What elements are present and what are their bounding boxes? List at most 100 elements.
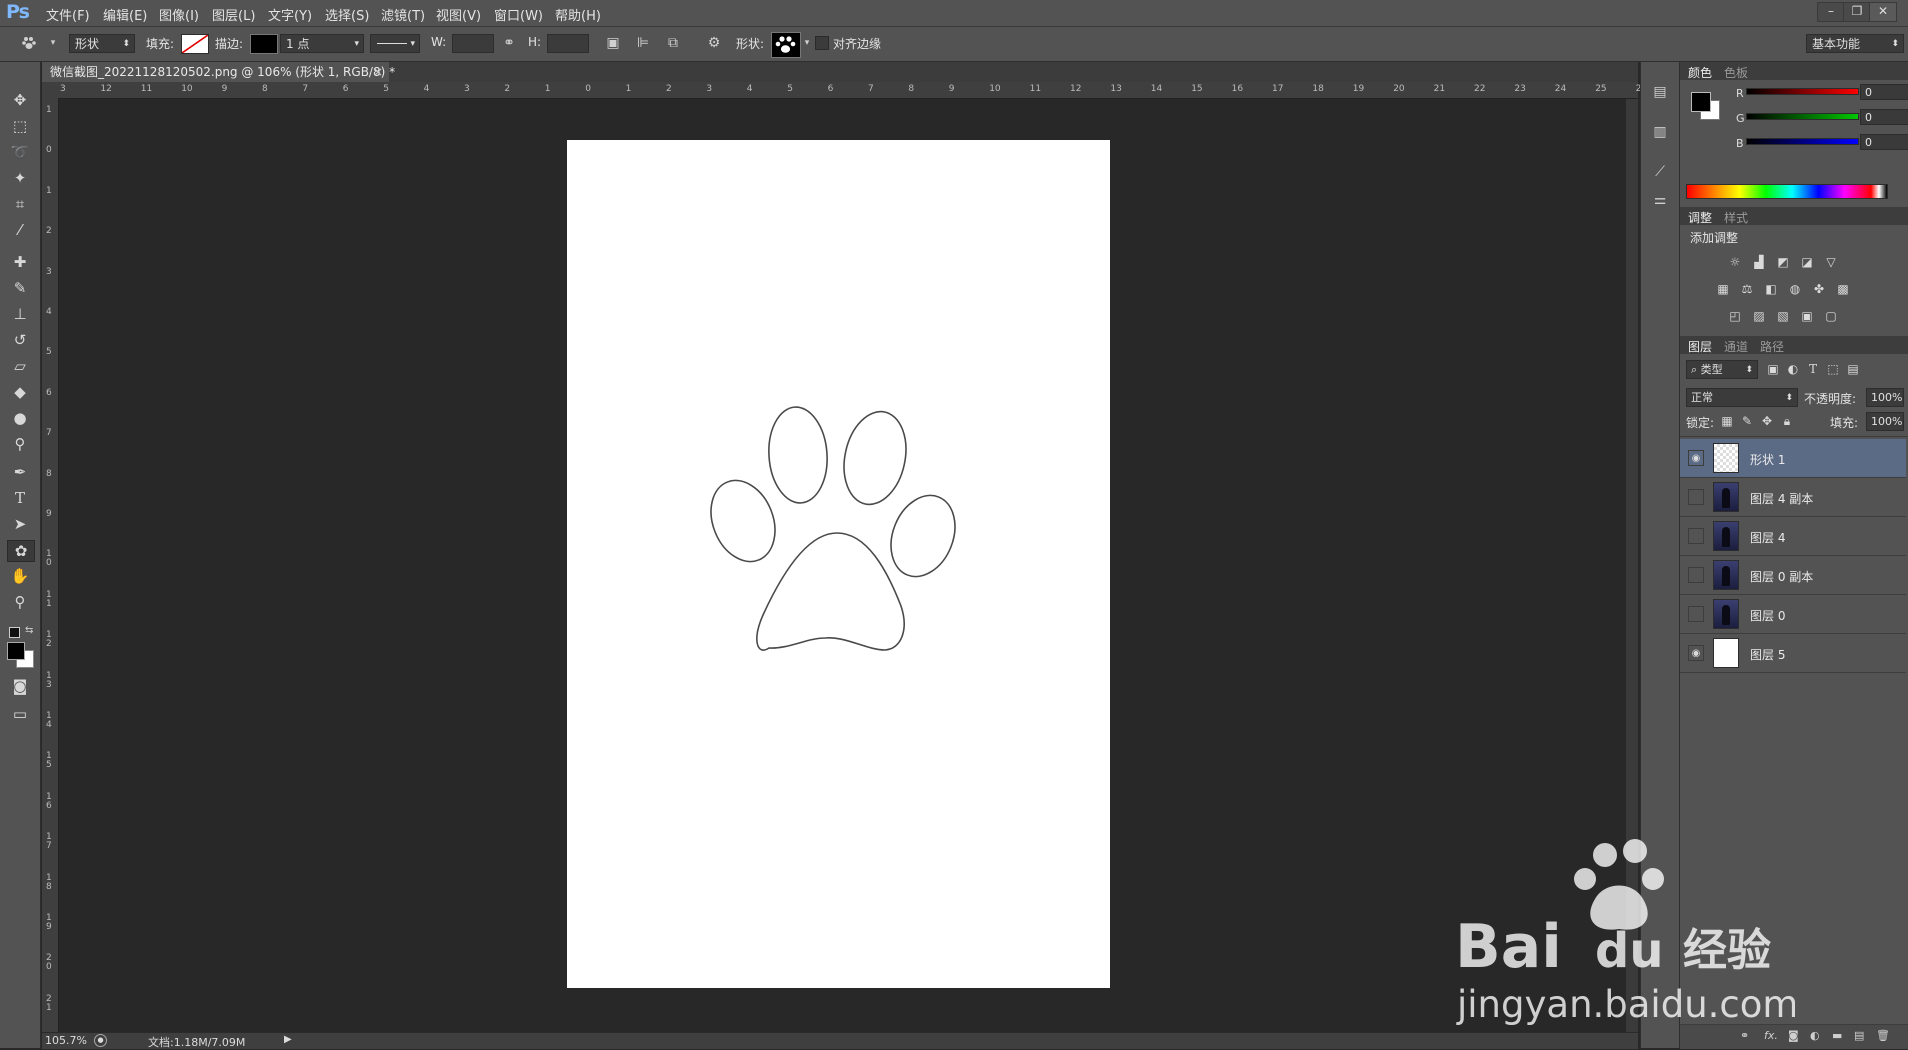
- channel-b-slider[interactable]: [1746, 138, 1859, 145]
- tool-preset-dropdown-icon[interactable]: ▾: [44, 34, 62, 52]
- tab-swatches[interactable]: 色板: [1724, 64, 1748, 81]
- path-operations-icon[interactable]: ▣: [604, 34, 622, 52]
- curves-icon[interactable]: ◩: [1774, 254, 1792, 270]
- move-tool-icon[interactable]: ✥: [7, 90, 33, 110]
- shape-mode-select[interactable]: 形状 ⬍: [69, 34, 135, 53]
- color-spectrum-ramp[interactable]: [1686, 184, 1888, 199]
- document-canvas[interactable]: [567, 140, 1110, 988]
- filter-type-icon[interactable]: T: [1804, 361, 1822, 377]
- custom-shape-tool-icon[interactable]: ✿: [7, 540, 35, 562]
- tab-color[interactable]: 颜色: [1688, 64, 1712, 81]
- channel-g-slider[interactable]: [1746, 113, 1859, 120]
- color-lookup-icon[interactable]: ▩: [1834, 281, 1852, 297]
- swap-colors-icon[interactable]: ⇆: [25, 625, 33, 636]
- dodge-tool-icon[interactable]: ⚲: [7, 434, 33, 454]
- channel-r-slider[interactable]: [1746, 88, 1859, 95]
- hand-tool-icon[interactable]: ✋: [7, 566, 33, 586]
- layer-row[interactable]: ◉ 图层 5: [1680, 634, 1906, 673]
- menu-filter[interactable]: 滤镜(T): [381, 5, 425, 24]
- color-balance-icon[interactable]: ⚖: [1738, 281, 1756, 297]
- visibility-toggle[interactable]: [1688, 567, 1704, 583]
- workspace-select[interactable]: 基本功能 ⬍: [1806, 34, 1904, 53]
- lock-image-pixels-icon[interactable]: ✎: [1738, 413, 1756, 429]
- brush-tool-icon[interactable]: ✎: [7, 278, 33, 298]
- visibility-toggle[interactable]: [1688, 489, 1704, 505]
- zoom-tool-icon[interactable]: ⚲: [7, 592, 33, 612]
- photo-filter-icon[interactable]: ◍: [1786, 281, 1804, 297]
- link-layers-icon[interactable]: ⚭: [1740, 1029, 1749, 1042]
- screen-mode-icon[interactable]: ▭: [7, 704, 33, 724]
- eraser-tool-icon[interactable]: ▱: [7, 356, 33, 376]
- stamp-tool-icon[interactable]: ⊥: [7, 304, 33, 324]
- path-arrangement-icon[interactable]: ⧉: [664, 34, 682, 52]
- lock-transparent-pixels-icon[interactable]: ▦: [1718, 413, 1736, 429]
- menu-image[interactable]: 图像(I): [159, 5, 199, 24]
- eyedropper-tool-icon[interactable]: ⁄: [7, 220, 33, 240]
- blend-mode-select[interactable]: 正常 ⬍: [1686, 388, 1798, 407]
- layer-row[interactable]: 图层 4: [1680, 517, 1906, 556]
- horizontal-ruler[interactable]: 3 12 11 10 9 8 7 6 5 4 3 2 1 0 1 2 3 4 5 6 7 8 9 10 11 12 13 14 15 16…: [58, 82, 1647, 99]
- channel-mixer-icon[interactable]: ✤: [1810, 281, 1828, 297]
- layer-row[interactable]: 图层 4 副本: [1680, 478, 1906, 517]
- tab-styles[interactable]: 样式: [1724, 209, 1748, 226]
- stroke-swatch[interactable]: [250, 34, 278, 54]
- filter-pixel-icon[interactable]: ▣: [1764, 361, 1782, 377]
- marquee-tool-icon[interactable]: ⬚: [7, 116, 33, 136]
- fill-swatch[interactable]: [181, 34, 209, 54]
- color-panel-foreground-swatch[interactable]: [1691, 92, 1711, 112]
- visibility-toggle[interactable]: [1688, 528, 1704, 544]
- selective-color-icon[interactable]: ▢: [1822, 308, 1840, 324]
- menu-file[interactable]: 文件(F): [46, 5, 90, 24]
- menu-layer[interactable]: 图层(L): [212, 5, 255, 24]
- healing-brush-tool-icon[interactable]: ✚: [7, 252, 33, 272]
- threshold-icon[interactable]: ▧: [1774, 308, 1792, 324]
- brush-presets-icon[interactable]: ⚌: [1650, 192, 1670, 210]
- new-adjustment-layer-icon[interactable]: ◐: [1810, 1029, 1820, 1042]
- quick-mask-icon[interactable]: ◙: [7, 676, 33, 696]
- menu-edit[interactable]: 编辑(E): [103, 5, 147, 24]
- properties-panel-icon[interactable]: ▥: [1650, 124, 1670, 142]
- gradient-map-icon[interactable]: ▣: [1798, 308, 1816, 324]
- lock-position-icon[interactable]: ✥: [1758, 413, 1776, 429]
- filter-adjustment-icon[interactable]: ◐: [1784, 361, 1802, 377]
- menu-help[interactable]: 帮助(H): [555, 5, 601, 24]
- brightness-contrast-icon[interactable]: ☼: [1726, 254, 1744, 270]
- shape-picker[interactable]: [771, 32, 801, 58]
- custom-shape-tool-icon[interactable]: [20, 34, 38, 52]
- height-input[interactable]: [547, 34, 589, 53]
- tab-layers[interactable]: 图层: [1688, 338, 1712, 355]
- stroke-width-input[interactable]: 1 点 ▾: [280, 34, 364, 53]
- ruler-origin[interactable]: [42, 82, 58, 98]
- lasso-tool-icon[interactable]: ➰: [7, 142, 33, 162]
- menu-view[interactable]: 视图(V): [436, 5, 481, 24]
- new-layer-icon[interactable]: ▤: [1854, 1029, 1864, 1042]
- history-panel-icon[interactable]: ▤: [1650, 84, 1670, 102]
- opacity-input[interactable]: 100%: [1866, 388, 1904, 407]
- status-menu-arrow-icon[interactable]: ▶: [284, 1034, 292, 1045]
- width-input[interactable]: [452, 34, 494, 53]
- tab-paths[interactable]: 路径: [1760, 338, 1784, 355]
- blur-tool-icon[interactable]: ●: [7, 408, 33, 428]
- channel-r-value[interactable]: 0: [1860, 84, 1908, 100]
- zoom-level[interactable]: 105.7%: [45, 1034, 87, 1047]
- fx-icon[interactable]: fx.: [1764, 1029, 1778, 1042]
- trash-icon[interactable]: 🗑︎: [1876, 1029, 1890, 1042]
- visibility-toggle[interactable]: [1688, 606, 1704, 622]
- layer-filter-select[interactable]: ⌕ 类型 ⬍: [1686, 360, 1758, 379]
- close-button[interactable]: ✕: [1869, 2, 1897, 22]
- document-tab[interactable]: 微信截图_20221128120502.png @ 106% (形状 1, RG…: [42, 62, 395, 82]
- brush-panel-icon[interactable]: ⟋: [1650, 164, 1670, 182]
- magic-wand-tool-icon[interactable]: ✦: [7, 168, 33, 188]
- paint-bucket-tool-icon[interactable]: ◆: [7, 382, 33, 402]
- channel-b-value[interactable]: 0: [1860, 134, 1908, 150]
- filter-shape-icon[interactable]: ⬚: [1824, 361, 1842, 377]
- black-white-icon[interactable]: ◧: [1762, 281, 1780, 297]
- menu-window[interactable]: 窗口(W): [494, 5, 543, 24]
- new-group-icon[interactable]: ▬: [1832, 1029, 1842, 1042]
- lock-all-icon[interactable]: 🔒︎: [1778, 413, 1796, 429]
- type-tool-icon[interactable]: T: [7, 488, 33, 508]
- history-brush-tool-icon[interactable]: ↺: [7, 330, 33, 350]
- restore-button[interactable]: ❐: [1843, 2, 1871, 22]
- levels-icon[interactable]: ▟: [1750, 254, 1768, 270]
- tab-channels[interactable]: 通道: [1724, 338, 1748, 355]
